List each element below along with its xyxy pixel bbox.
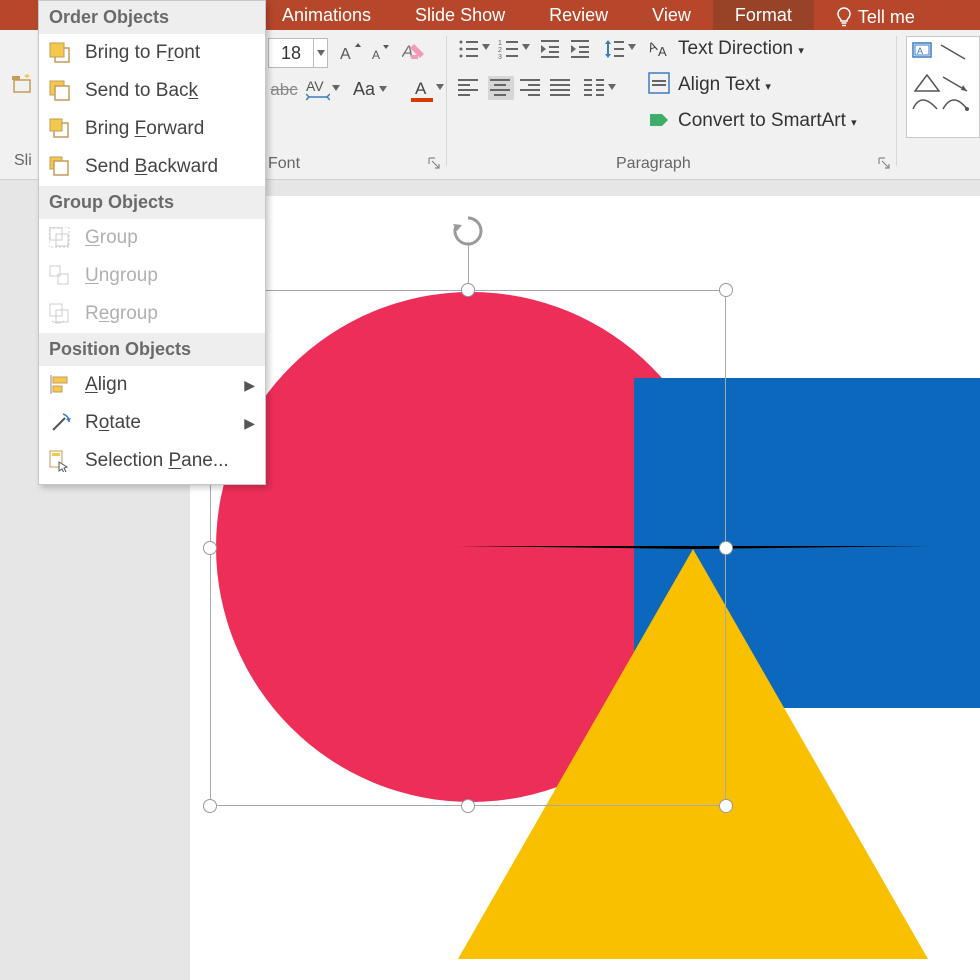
increase-font-button[interactable]: A xyxy=(336,38,364,68)
svg-text:A: A xyxy=(340,46,351,63)
chevron-down-icon xyxy=(522,44,530,50)
text-direction-button[interactable]: Text Direction ▾ xyxy=(678,38,804,60)
svg-text:A: A xyxy=(917,46,923,56)
menu-rotate[interactable]: Rotate ▶ xyxy=(39,404,265,442)
menu-bring-forward[interactable]: Bring Forward xyxy=(39,110,265,148)
rotation-handle[interactable] xyxy=(451,214,485,248)
resize-handle-se[interactable] xyxy=(719,799,733,813)
align-left-button[interactable] xyxy=(458,78,480,98)
resize-handle-sw[interactable] xyxy=(203,799,217,813)
slide-canvas[interactable] xyxy=(190,196,980,980)
menu-regroup: Regroup xyxy=(39,295,265,333)
tab-animations[interactable]: Animations xyxy=(260,0,393,30)
numbering-button[interactable]: 123 xyxy=(498,38,520,60)
group-icon xyxy=(49,227,71,249)
menu-header-order: Order Objects xyxy=(39,1,265,34)
chevron-down-icon xyxy=(332,85,340,91)
decrease-indent-button[interactable] xyxy=(540,38,562,60)
align-text-icon xyxy=(648,72,672,96)
lightbulb-icon xyxy=(836,7,852,27)
justify-button[interactable] xyxy=(550,78,572,98)
convert-smartart-button[interactable]: Convert to SmartArt ▾ xyxy=(678,110,857,132)
menu-header-position: Position Objects xyxy=(39,333,265,366)
menu-bring-to-front[interactable]: Bring to Front xyxy=(39,34,265,72)
font-group-label: Font xyxy=(268,155,300,173)
chevron-down-icon xyxy=(317,50,325,56)
line-spacing-button[interactable] xyxy=(604,38,626,60)
font-dialog-launcher[interactable] xyxy=(428,157,442,171)
menu-selection-pane[interactable]: Selection Pane... xyxy=(39,442,265,480)
tab-tellme[interactable]: Tell me xyxy=(814,0,937,30)
tellme-label: Tell me xyxy=(858,5,915,29)
bring-forward-icon xyxy=(49,118,71,140)
arrange-menu: Order Objects Bring to Front Send to Bac… xyxy=(38,0,266,485)
svg-text:A: A xyxy=(415,79,427,98)
chevron-down-icon xyxy=(608,84,616,90)
tab-view[interactable]: View xyxy=(630,0,713,30)
shapes-gallery[interactable]: A xyxy=(906,36,980,138)
chevron-down-icon xyxy=(436,84,444,90)
menu-header-group: Group Objects xyxy=(39,186,265,219)
selection-pane-icon xyxy=(49,450,71,472)
align-icon xyxy=(49,374,71,396)
tab-format[interactable]: Format xyxy=(713,0,814,30)
svg-text:3: 3 xyxy=(498,54,502,60)
chevron-down-icon xyxy=(379,86,387,92)
send-backward-icon xyxy=(49,156,71,178)
menu-send-to-back[interactable]: Send to Back xyxy=(39,72,265,110)
send-to-back-icon xyxy=(49,80,71,102)
bring-to-front-icon xyxy=(49,42,71,64)
svg-text:1: 1 xyxy=(498,40,502,47)
columns-button[interactable] xyxy=(584,78,606,98)
align-text-button[interactable]: Align Text ▾ xyxy=(678,74,771,96)
resize-handle-ne[interactable] xyxy=(719,283,733,297)
strikethrough-button[interactable]: abc xyxy=(268,78,300,102)
resize-handle-n[interactable] xyxy=(461,283,475,297)
smartart-icon xyxy=(648,108,672,132)
align-right-button[interactable] xyxy=(520,78,542,98)
line-spacing-dropdown[interactable] xyxy=(628,44,636,50)
paragraph-group-label: Paragraph xyxy=(616,155,691,173)
rotate-icon xyxy=(49,412,71,434)
bullets-dropdown[interactable] xyxy=(482,44,490,50)
clear-formatting-button[interactable]: A xyxy=(400,36,430,66)
resize-handle-w[interactable] xyxy=(203,541,217,555)
resize-handle-s[interactable] xyxy=(461,799,475,813)
selection-box xyxy=(210,290,726,806)
svg-text:2: 2 xyxy=(498,47,502,54)
chevron-down-icon xyxy=(482,44,490,50)
section-button[interactable] xyxy=(12,74,34,96)
chevron-down-icon xyxy=(628,44,636,50)
submenu-arrow-icon: ▶ xyxy=(244,377,255,394)
font-color-dropdown[interactable] xyxy=(436,84,444,90)
tab-review[interactable]: Review xyxy=(527,0,630,30)
menu-send-backward[interactable]: Send Backward xyxy=(39,148,265,186)
submenu-arrow-icon: ▶ xyxy=(244,415,255,432)
align-center-button[interactable] xyxy=(488,76,514,100)
font-color-button[interactable]: A xyxy=(406,74,438,106)
resize-handle-e[interactable] xyxy=(719,541,733,555)
regroup-icon xyxy=(49,303,71,325)
svg-text:AV: AV xyxy=(306,78,324,94)
paragraph-dialog-launcher[interactable] xyxy=(878,157,892,171)
text-direction-icon: AA xyxy=(648,36,672,60)
menu-ungroup: Ungroup xyxy=(39,257,265,295)
numbering-dropdown[interactable] xyxy=(522,44,530,50)
character-spacing-button[interactable]: AV xyxy=(306,74,340,102)
menu-group: Group xyxy=(39,219,265,257)
ungroup-icon xyxy=(49,265,71,287)
svg-text:A: A xyxy=(372,48,380,62)
font-size-input[interactable]: 18 xyxy=(268,38,314,68)
increase-indent-button[interactable] xyxy=(570,38,592,60)
slides-panel-label: Sli xyxy=(14,152,32,170)
decrease-font-button[interactable]: A xyxy=(368,38,394,68)
change-case-button[interactable]: Aa xyxy=(350,76,390,102)
menu-align[interactable]: Align ▶ xyxy=(39,366,265,404)
svg-text:A: A xyxy=(658,44,667,59)
tab-slideshow[interactable]: Slide Show xyxy=(393,0,527,30)
font-size-dropdown[interactable] xyxy=(314,38,328,68)
columns-dropdown[interactable] xyxy=(608,84,616,90)
bullets-button[interactable] xyxy=(458,38,480,60)
